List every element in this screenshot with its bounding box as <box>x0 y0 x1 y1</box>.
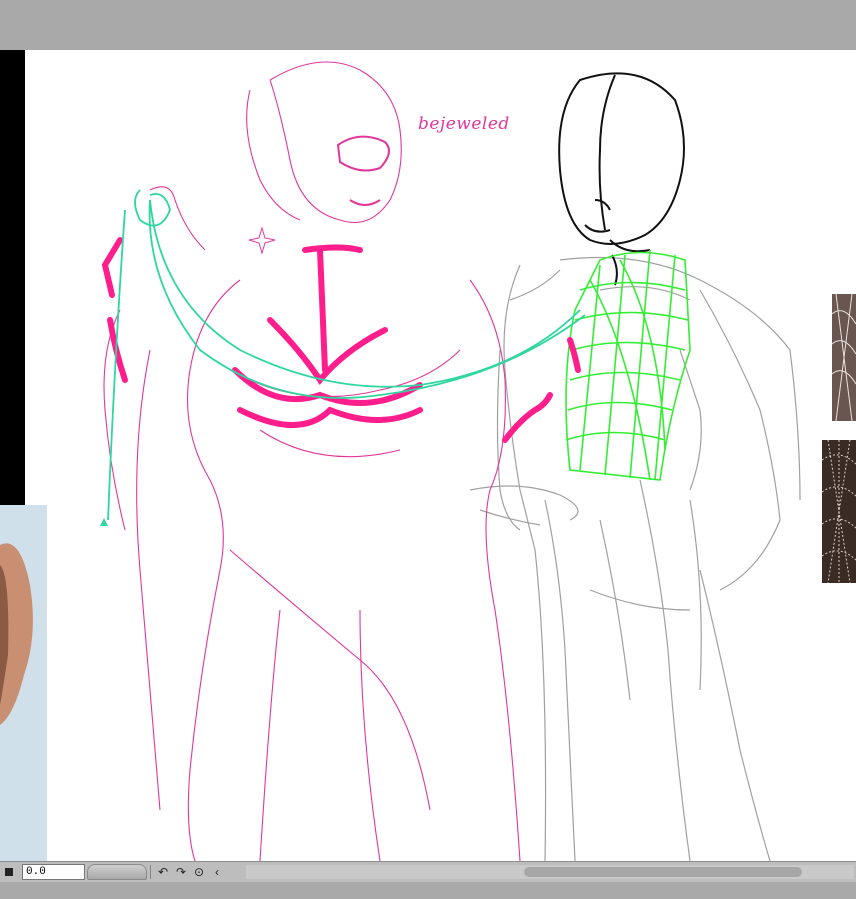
scroll-left-button[interactable]: ‹ <box>208 863 226 881</box>
rotate-reset-button[interactable]: ⊙ <box>190 863 208 881</box>
drawing-canvas[interactable]: bejeweled <box>0 50 856 861</box>
bottom-status-bar: 0.0 ↶ ↷ ⊙ ‹ <box>0 861 856 882</box>
separator <box>150 865 151 879</box>
redo-icon: ↷ <box>175 865 187 879</box>
rotate-reset-icon: ⊙ <box>193 865 205 879</box>
zoom-slider[interactable] <box>87 864 147 880</box>
scrollbar-thumb[interactable] <box>524 867 802 877</box>
top-toolbar <box>0 0 856 50</box>
bottom-panel <box>0 882 856 899</box>
horizontal-scrollbar[interactable] <box>246 865 854 879</box>
annotation-bejeweled: bejeweled <box>418 114 510 134</box>
redo-button[interactable]: ↷ <box>172 863 190 881</box>
sketch-drawing <box>100 61 801 861</box>
stop-icon <box>5 868 13 876</box>
undo-button[interactable]: ↶ <box>154 863 172 881</box>
stop-button[interactable] <box>0 863 18 881</box>
zoom-value-field[interactable]: 0.0 <box>22 864 85 880</box>
undo-icon: ↶ <box>157 865 169 879</box>
chevron-left-icon: ‹ <box>215 865 219 879</box>
